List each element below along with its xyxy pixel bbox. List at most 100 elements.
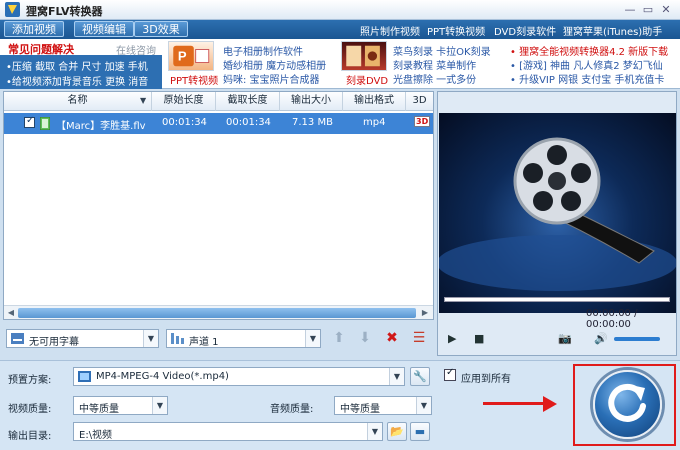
table-header: 名称 ▼ 原始长度 截取长度 输出大小 输出格式 3D bbox=[4, 92, 433, 111]
table-row[interactable]: 【Marc】李胜基.flv 00:01:34 00:01:34 7.13 MB … bbox=[4, 113, 433, 134]
ad-games[interactable]: • [游戏] 神曲 凡人修真2 梦幻飞仙 bbox=[510, 57, 663, 72]
open-folder-icon[interactable]: ▬ bbox=[410, 422, 430, 441]
chevron-down-icon[interactable]: ▼ bbox=[389, 368, 404, 385]
film-reel-icon bbox=[439, 137, 676, 291]
row-output-format: mp4 bbox=[363, 117, 386, 128]
close-icon[interactable]: ✕ bbox=[658, 3, 674, 16]
ad-wedding-album[interactable]: 婚纱相册 魔方动感相册 bbox=[223, 57, 326, 72]
preset-settings-button[interactable]: 🔧 bbox=[410, 367, 430, 386]
scroll-right-icon[interactable]: ▶ bbox=[419, 307, 431, 319]
column-original-length[interactable]: 原始长度 bbox=[152, 92, 216, 111]
preset-value: MP4-MPEG-4 Video(*.mp4) bbox=[96, 371, 229, 382]
row-checkbox[interactable] bbox=[24, 115, 35, 128]
ad-vip-upgrade[interactable]: • 升级VIP 网银 支付宝 手机充值卡 bbox=[510, 71, 664, 86]
pointer-arrow bbox=[483, 402, 545, 405]
chevron-down-icon[interactable]: ▼ bbox=[305, 330, 320, 347]
column-clip-length[interactable]: 截取长度 bbox=[216, 92, 280, 111]
link-photo-video[interactable]: 照片制作视频 bbox=[360, 23, 420, 38]
seek-bar[interactable] bbox=[444, 297, 670, 302]
preview-panel: 00:00:00 / 00:00:00 ▶ ■ 📷 🔊 bbox=[437, 91, 677, 356]
column-3d[interactable]: 3D bbox=[406, 92, 433, 111]
ad-disc-erase[interactable]: 光盘擦除 一式多份 bbox=[393, 71, 476, 86]
horizontal-scrollbar[interactable]: ◀ ▶ bbox=[4, 305, 433, 319]
dvd-ad-caption[interactable]: 刻录DVD bbox=[346, 72, 388, 87]
column-output-format[interactable]: 输出格式 bbox=[343, 92, 406, 111]
play-icon[interactable]: ▶ bbox=[448, 332, 456, 345]
volume-icon[interactable]: 🔊 bbox=[594, 332, 608, 345]
column-name[interactable]: 名称 bbox=[4, 92, 152, 111]
faq-line-1[interactable]: •压缩 截取 合并 尺寸 加速 手机 bbox=[6, 58, 148, 73]
output-dir-input[interactable]: E:\视频 ▼ bbox=[73, 422, 383, 441]
ppt-ad-icon[interactable]: P bbox=[168, 41, 214, 71]
chevron-down-icon[interactable]: ▼ bbox=[152, 397, 167, 414]
edit-video-button[interactable]: 视频编辑 bbox=[74, 21, 134, 37]
ad-burn-tutorial[interactable]: 刻录教程 菜单制作 bbox=[393, 57, 476, 72]
link-dvd-burn[interactable]: DVD刻录软件 bbox=[494, 23, 556, 38]
ad-karaoke-burn[interactable]: 菜鸟刻录 卡拉OK刻录 bbox=[393, 43, 491, 58]
apply-all-checkbox[interactable] bbox=[444, 367, 456, 381]
output-dir-label: 输出目录: bbox=[8, 431, 52, 442]
start-convert-button[interactable] bbox=[593, 370, 662, 439]
clear-list-icon[interactable]: ☰ bbox=[411, 330, 427, 346]
faq-line-2[interactable]: •给视频添加背景音乐 更换 消音 bbox=[6, 73, 148, 88]
row-file-name: 【Marc】李胜基.flv bbox=[56, 121, 146, 132]
minimize-icon[interactable]: — bbox=[622, 3, 638, 16]
chevron-down-icon[interactable]: ▼ bbox=[367, 423, 382, 440]
refresh-icon bbox=[608, 383, 646, 422]
snapshot-camera-icon[interactable]: 📷 bbox=[558, 332, 572, 345]
link-itunes-helper[interactable]: 狸窝苹果(iTunes)助手 bbox=[563, 23, 662, 38]
app-logo-icon bbox=[5, 2, 20, 17]
ad-baby-photo[interactable]: 妈咪: 宝宝照片合成器 bbox=[223, 71, 320, 86]
preset-select[interactable]: MP4-MPEG-4 Video(*.mp4) ▼ bbox=[73, 367, 405, 386]
file-table: 名称 ▼ 原始长度 截取长度 输出大小 输出格式 3D 【Marc】李胜基.fl… bbox=[3, 91, 434, 320]
audio-quality-select[interactable]: 中等质量 ▼ bbox=[334, 396, 432, 415]
link-ppt-video[interactable]: PPT转换视频 bbox=[427, 23, 485, 38]
sort-chevron-icon[interactable]: ▼ bbox=[140, 96, 146, 105]
ad-album-software[interactable]: 电子相册制作软件 bbox=[223, 43, 303, 58]
chevron-down-icon[interactable]: ▼ bbox=[143, 330, 158, 347]
faq-links: •压缩 截取 合并 尺寸 加速 手机 •给视频添加背景音乐 更换 消音 bbox=[0, 55, 162, 89]
browse-folder-icon[interactable]: 📂 bbox=[387, 422, 407, 441]
faq-header: 常见问题解决 在线咨询 bbox=[0, 39, 162, 57]
svg-text:P: P bbox=[178, 49, 187, 64]
chevron-down-icon[interactable]: ▼ bbox=[416, 397, 431, 414]
subtitle-icon bbox=[11, 333, 24, 344]
video-preview[interactable] bbox=[439, 113, 676, 313]
playback-time: 00:00:00 / 00:00:00 bbox=[586, 308, 638, 330]
ppt-ad-caption[interactable]: PPT转视频 bbox=[170, 72, 218, 87]
video-quality-label: 视频质量: bbox=[8, 404, 52, 415]
output-dir-value: E:\视频 bbox=[79, 430, 113, 441]
scrollbar-thumb[interactable] bbox=[18, 308, 416, 318]
volume-slider[interactable] bbox=[614, 337, 660, 341]
ad-panel: 常见问题解决 在线咨询 •压缩 截取 合并 尺寸 加速 手机 •给视频添加背景音… bbox=[0, 39, 680, 89]
pointer-arrow-head bbox=[543, 396, 557, 412]
row-output-size: 7.13 MB bbox=[292, 117, 333, 128]
audio-quality-label: 音频质量: bbox=[270, 404, 314, 415]
restore-icon[interactable]: ▭ bbox=[640, 3, 656, 16]
delete-icon[interactable]: ✖ bbox=[384, 330, 400, 346]
video-quality-select[interactable]: 中等质量 ▼ bbox=[73, 396, 168, 415]
row-original-length: 00:01:34 bbox=[162, 117, 207, 128]
preset-label: 预置方案: bbox=[8, 375, 52, 386]
effect-3d-button[interactable]: 3D效果 bbox=[134, 21, 188, 37]
apply-all-label: 应用到所有 bbox=[461, 374, 511, 385]
row-clip-length: 00:01:34 bbox=[226, 117, 271, 128]
audio-track-icon bbox=[171, 333, 184, 344]
row-3d-badge[interactable]: 3D bbox=[414, 116, 431, 127]
column-output-size[interactable]: 输出大小 bbox=[280, 92, 343, 111]
toolbar: 添加视频 视频编辑 3D效果 照片制作视频 PPT转换视频 DVD刻录软件 狸窝… bbox=[0, 20, 680, 39]
ad-converter-download[interactable]: • 狸窝全能视频转换器4.2 新版下载 bbox=[510, 43, 668, 58]
move-up-icon[interactable]: ⬆ bbox=[331, 330, 347, 346]
scroll-left-icon[interactable]: ◀ bbox=[5, 307, 17, 319]
audio-quality-value: 中等质量 bbox=[340, 404, 380, 415]
video-file-icon bbox=[40, 117, 50, 130]
audio-track-select[interactable]: 声道 1 ▼ bbox=[166, 329, 321, 348]
subtitle-select[interactable]: 无可用字幕 ▼ bbox=[6, 329, 159, 348]
video-quality-value: 中等质量 bbox=[79, 404, 119, 415]
stop-icon[interactable]: ■ bbox=[474, 332, 484, 345]
window-title: 狸窝FLV转换器 bbox=[26, 5, 103, 18]
move-down-icon[interactable]: ⬇ bbox=[357, 330, 373, 346]
add-video-button[interactable]: 添加视频 bbox=[4, 21, 64, 37]
dvd-ad-icon[interactable] bbox=[341, 41, 387, 71]
audio-track-value: 声道 1 bbox=[189, 337, 219, 348]
